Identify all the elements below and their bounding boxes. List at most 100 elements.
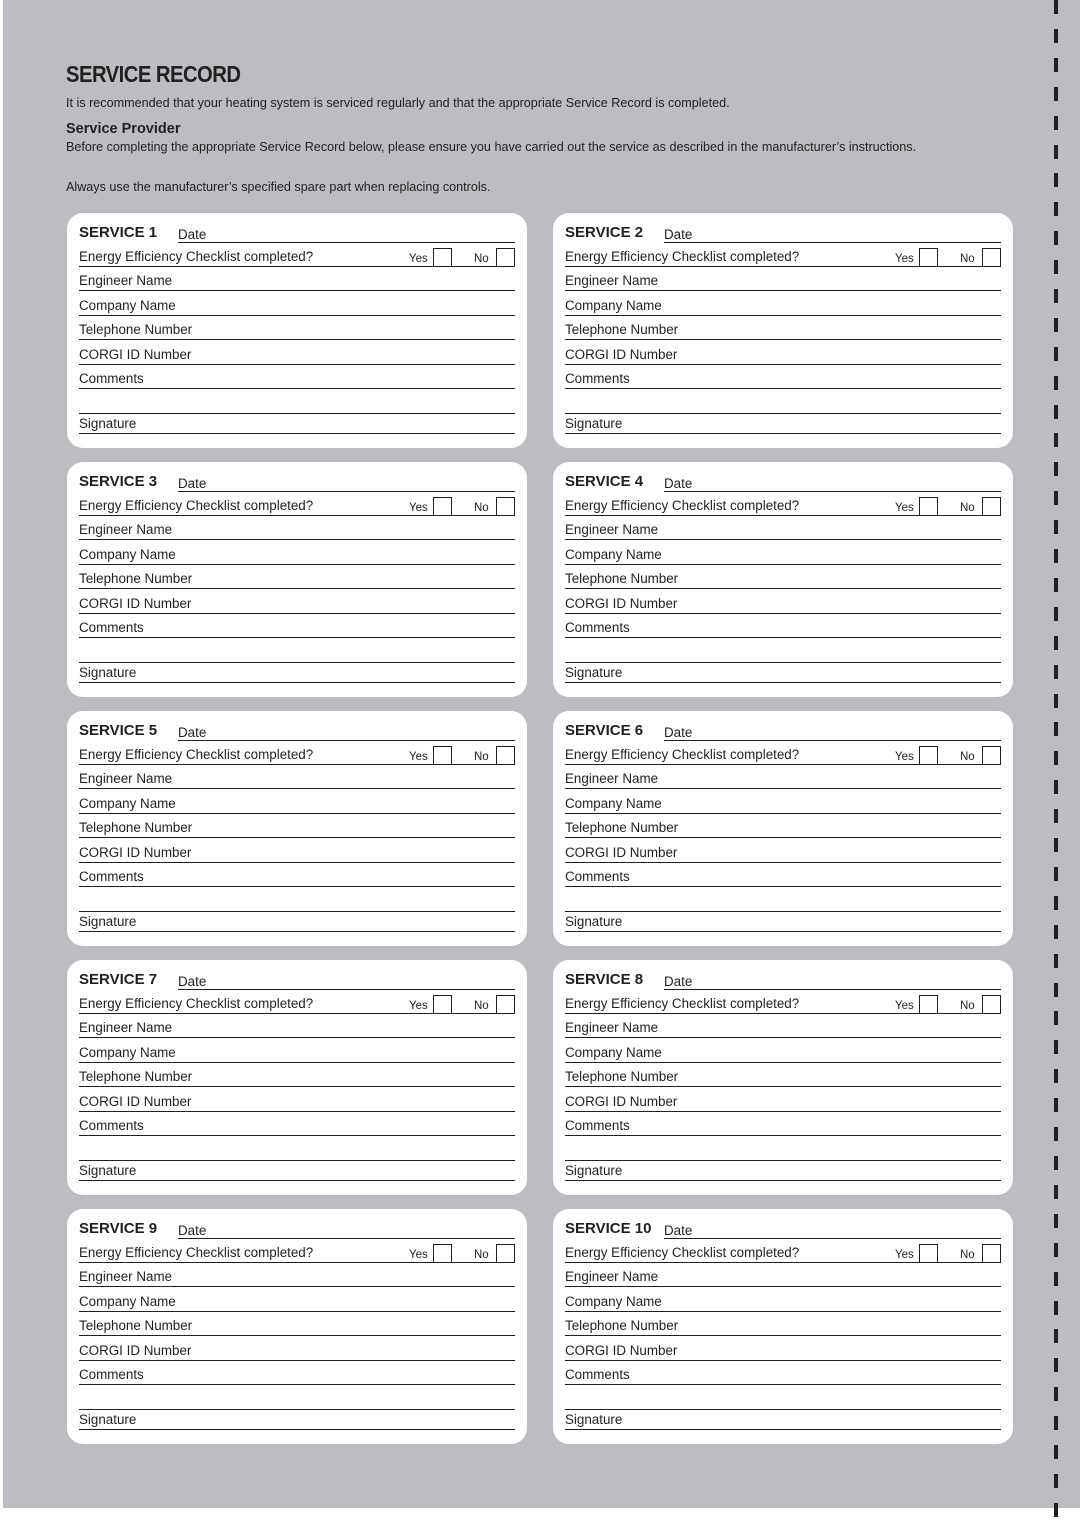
corgi-id-field[interactable]: CORGI ID Number (565, 1340, 1001, 1361)
engineer-name-field[interactable]: Engineer Name (79, 270, 515, 291)
comments-field[interactable]: Comments (79, 368, 515, 389)
telephone-number-field[interactable]: Telephone Number (79, 319, 515, 340)
comments-field[interactable]: Comments (565, 866, 1001, 887)
no-checkbox[interactable] (982, 248, 1001, 267)
engineer-name-field[interactable]: Engineer Name (79, 1266, 515, 1287)
comments-field[interactable]: Comments (79, 866, 515, 887)
telephone-number-field[interactable]: Telephone Number (565, 1066, 1001, 1087)
engineer-name-field[interactable]: Engineer Name (565, 519, 1001, 540)
comments-line-2[interactable] (79, 891, 515, 912)
comments-line-2[interactable] (79, 642, 515, 663)
date-field[interactable]: Date (178, 224, 515, 243)
engineer-name-field[interactable]: Engineer Name (79, 1017, 515, 1038)
comments-line-2[interactable] (79, 1389, 515, 1410)
yes-checkbox[interactable] (919, 746, 938, 765)
signature-field[interactable]: Signature (565, 911, 1001, 932)
engineer-name-field[interactable]: Engineer Name (79, 768, 515, 789)
no-checkbox[interactable] (982, 497, 1001, 516)
corgi-id-field[interactable]: CORGI ID Number (79, 1340, 515, 1361)
yes-checkbox[interactable] (433, 497, 452, 516)
company-name-field[interactable]: Company Name (79, 1291, 515, 1312)
comments-line-2[interactable] (565, 891, 1001, 912)
signature-field[interactable]: Signature (79, 911, 515, 932)
comments-field[interactable]: Comments (565, 617, 1001, 638)
signature-field[interactable]: Signature (79, 662, 515, 683)
comments-line-2[interactable] (79, 1140, 515, 1161)
corgi-id-field[interactable]: CORGI ID Number (565, 593, 1001, 614)
date-field[interactable]: Date (664, 224, 1001, 243)
signature-field[interactable]: Signature (565, 1160, 1001, 1181)
comments-field[interactable]: Comments (565, 368, 1001, 389)
comments-field[interactable]: Comments (79, 617, 515, 638)
date-field[interactable]: Date (664, 1220, 1001, 1239)
engineer-name-field[interactable]: Engineer Name (565, 768, 1001, 789)
corgi-id-field[interactable]: CORGI ID Number (79, 593, 515, 614)
corgi-id-field[interactable]: CORGI ID Number (565, 842, 1001, 863)
corgi-id-field[interactable]: CORGI ID Number (79, 1091, 515, 1112)
date-field[interactable]: Date (178, 1220, 515, 1239)
corgi-id-field[interactable]: CORGI ID Number (565, 1091, 1001, 1112)
date-field[interactable]: Date (178, 722, 515, 741)
date-field[interactable]: Date (664, 971, 1001, 990)
no-checkbox[interactable] (982, 1244, 1001, 1263)
company-name-field[interactable]: Company Name (565, 1042, 1001, 1063)
comments-line-2[interactable] (565, 393, 1001, 414)
date-field[interactable]: Date (178, 971, 515, 990)
company-name-field[interactable]: Company Name (565, 1291, 1001, 1312)
no-checkbox[interactable] (982, 746, 1001, 765)
engineer-name-field[interactable]: Engineer Name (79, 519, 515, 540)
yes-checkbox[interactable] (433, 248, 452, 267)
telephone-number-field[interactable]: Telephone Number (565, 568, 1001, 589)
no-checkbox[interactable] (496, 1244, 515, 1263)
yes-checkbox[interactable] (433, 995, 452, 1014)
telephone-number-field[interactable]: Telephone Number (79, 568, 515, 589)
corgi-id-field[interactable]: CORGI ID Number (79, 344, 515, 365)
telephone-number-field[interactable]: Telephone Number (79, 817, 515, 838)
signature-field[interactable]: Signature (565, 662, 1001, 683)
comments-line-2[interactable] (565, 1389, 1001, 1410)
company-name-field[interactable]: Company Name (565, 793, 1001, 814)
company-name-field[interactable]: Company Name (79, 793, 515, 814)
comments-field[interactable]: Comments (565, 1115, 1001, 1136)
company-name-field[interactable]: Company Name (79, 544, 515, 565)
no-checkbox[interactable] (496, 497, 515, 516)
comments-field[interactable]: Comments (79, 1115, 515, 1136)
date-field[interactable]: Date (664, 473, 1001, 492)
telephone-number-field[interactable]: Telephone Number (565, 817, 1001, 838)
signature-field[interactable]: Signature (565, 1409, 1001, 1430)
comments-field[interactable]: Comments (79, 1364, 515, 1385)
yes-checkbox[interactable] (919, 497, 938, 516)
signature-field[interactable]: Signature (79, 1409, 515, 1430)
no-checkbox[interactable] (982, 995, 1001, 1014)
comments-line-2[interactable] (79, 393, 515, 414)
comments-line-2[interactable] (565, 1140, 1001, 1161)
signature-field[interactable]: Signature (79, 413, 515, 434)
comments-field[interactable]: Comments (565, 1364, 1001, 1385)
date-field[interactable]: Date (664, 722, 1001, 741)
no-checkbox[interactable] (496, 746, 515, 765)
yes-checkbox[interactable] (433, 746, 452, 765)
comments-line-2[interactable] (565, 642, 1001, 663)
yes-checkbox[interactable] (919, 995, 938, 1014)
corgi-id-field[interactable]: CORGI ID Number (79, 842, 515, 863)
signature-field[interactable]: Signature (79, 1160, 515, 1181)
signature-field[interactable]: Signature (565, 413, 1001, 434)
date-field[interactable]: Date (178, 473, 515, 492)
yes-checkbox[interactable] (919, 248, 938, 267)
telephone-number-field[interactable]: Telephone Number (565, 319, 1001, 340)
engineer-name-field[interactable]: Engineer Name (565, 270, 1001, 291)
no-checkbox[interactable] (496, 248, 515, 267)
company-name-field[interactable]: Company Name (79, 295, 515, 316)
telephone-number-field[interactable]: Telephone Number (565, 1315, 1001, 1336)
company-name-field[interactable]: Company Name (79, 1042, 515, 1063)
company-name-field[interactable]: Company Name (565, 295, 1001, 316)
no-checkbox[interactable] (496, 995, 515, 1014)
corgi-id-field[interactable]: CORGI ID Number (565, 344, 1001, 365)
company-name-field[interactable]: Company Name (565, 544, 1001, 565)
engineer-name-field[interactable]: Engineer Name (565, 1266, 1001, 1287)
telephone-number-field[interactable]: Telephone Number (79, 1066, 515, 1087)
telephone-number-field[interactable]: Telephone Number (79, 1315, 515, 1336)
yes-checkbox[interactable] (433, 1244, 452, 1263)
yes-checkbox[interactable] (919, 1244, 938, 1263)
engineer-name-field[interactable]: Engineer Name (565, 1017, 1001, 1038)
